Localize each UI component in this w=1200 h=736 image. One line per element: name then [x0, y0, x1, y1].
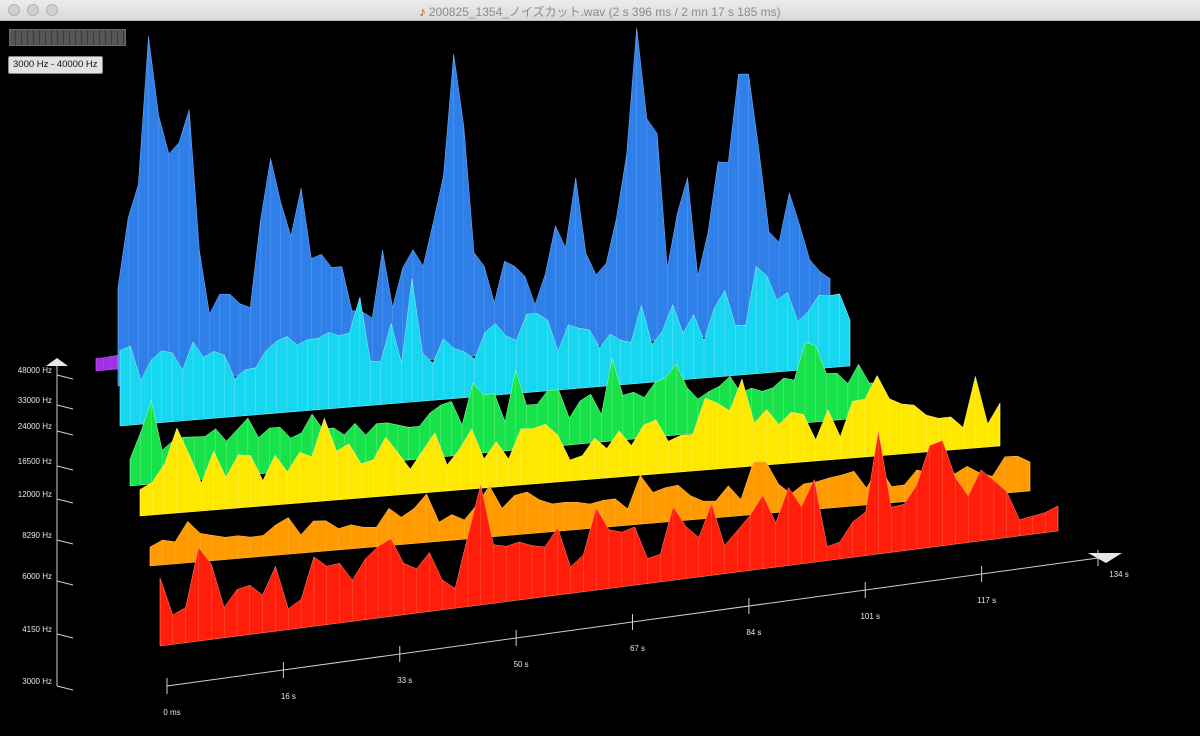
time-axis-tick-label: 84 s — [746, 628, 761, 637]
frequency-axis-tick-label: 24000 Hz — [18, 422, 52, 431]
frequency-axis-tick — [56, 539, 74, 545]
frequency-axis-tick — [56, 580, 74, 586]
spectrogram-3d-plot[interactable]: 0 ms16 s33 s50 s67 s84 s101 s117 s134 s … — [0, 20, 1200, 736]
time-axis-tick-label: 67 s — [630, 644, 645, 653]
time-axis-tick-label: 33 s — [397, 676, 412, 685]
frequency-axis-tick-label: 8290 Hz — [22, 531, 52, 540]
window-title: 200825_1354_ノイズカット.wav (2 s 396 ms / 2 m… — [428, 5, 781, 19]
spectrum-surface — [95, 27, 1059, 647]
frequency-axis-tick-label: 6000 Hz — [22, 572, 52, 581]
frequency-axis-tick — [56, 374, 74, 380]
frequency-axis-tick-label: 3000 Hz — [22, 677, 52, 686]
frequency-axis-arrow — [46, 358, 68, 366]
spectrogram-window: ♪ 200825_1354_ノイズカット.wav (2 s 396 ms / 2 … — [0, 0, 1200, 736]
frequency-axis-tick-label: 12000 Hz — [18, 490, 52, 499]
time-axis-tick-label: 0 ms — [163, 708, 180, 717]
time-axis-tick-label: 101 s — [860, 612, 880, 621]
frequency-axis-tick-label: 4150 Hz — [22, 625, 52, 634]
frequency-axis-tick — [56, 498, 74, 504]
time-axis-tick-label: 16 s — [281, 692, 296, 701]
window-title-area: ♪ 200825_1354_ノイズカット.wav (2 s 396 ms / 2 … — [0, 3, 1200, 20]
time-axis-tick-label: 50 s — [514, 660, 529, 669]
time-axis-tick-label: 134 s — [1109, 570, 1129, 579]
time-axis-arrow — [1088, 553, 1122, 563]
time-axis-tick-label: 117 s — [977, 596, 996, 605]
frequency-axis-tick — [56, 430, 74, 436]
frequency-axis-tick-label: 33000 Hz — [18, 396, 52, 405]
frequency-axis-tick — [56, 404, 74, 410]
frequency-axis-tick-label: 48000 Hz — [18, 366, 52, 375]
frequency-axis-tick — [56, 633, 74, 639]
frequency-axis-tick — [56, 465, 74, 471]
frequency-axis-ticks: 3000 Hz 4150 Hz 6000 Hz 8290 Hz 12000 Hz 1650… — [18, 366, 74, 691]
audio-file-icon: ♪ — [419, 4, 426, 19]
frequency-axis-tick — [56, 685, 74, 691]
title-bar[interactable]: ♪ 200825_1354_ノイズカット.wav (2 s 396 ms / 2 … — [0, 0, 1200, 21]
frequency-axis-tick-label: 16500 Hz — [18, 457, 52, 466]
